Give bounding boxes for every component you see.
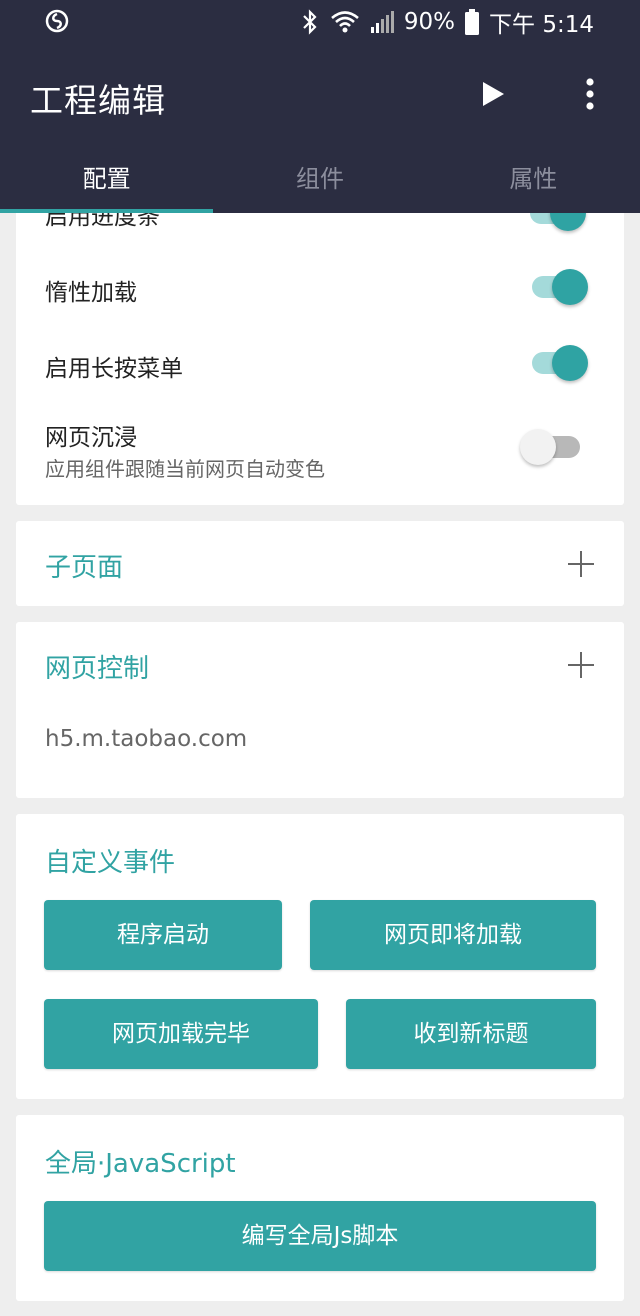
wifi-icon: [331, 11, 359, 33]
custom-events-card: 自定义事件 程序启动 网页即将加载 网页加载完毕 收到新标题: [16, 814, 624, 1099]
setting-label: 启用长按菜单: [45, 356, 183, 382]
app-notification-icon: [45, 9, 69, 33]
content-scroll[interactable]: 启用进度条 惰性加载 启用长按菜单 网页沉浸 应用组件跟随当前网页自动变色 子页…: [0, 213, 640, 1316]
immersive-toggle[interactable]: [520, 425, 580, 465]
setting-description: 应用组件跟随当前网页自动变色: [45, 457, 325, 481]
tab-bar: 配置 组件 属性: [0, 150, 640, 213]
subpage-card: 子页面: [16, 521, 624, 606]
status-bar: 90% 下午 5:14: [0, 0, 640, 44]
custom-events-title: 自定义事件: [45, 848, 176, 878]
tab-properties[interactable]: 属性: [427, 150, 640, 213]
bluetooth-icon: [303, 9, 317, 35]
battery-icon: [465, 9, 480, 35]
global-js-title: 全局·JavaScript: [45, 1149, 236, 1179]
web-control-title: 网页控制: [45, 654, 150, 684]
lazy-load-toggle[interactable]: [530, 265, 590, 305]
long-press-menu-toggle[interactable]: [530, 341, 590, 381]
page-title: 工程编辑: [30, 81, 166, 120]
add-subpage-plus-icon[interactable]: [568, 551, 594, 577]
status-icons: 90% 下午 5:14: [300, 4, 594, 40]
progress-toggle[interactable]: [528, 213, 588, 231]
settings-card: 启用进度条 惰性加载 启用长按菜单 网页沉浸 应用组件跟随当前网页自动变色: [16, 213, 624, 505]
tab-config[interactable]: 配置: [0, 150, 214, 213]
new-title-event-button[interactable]: 收到新标题: [346, 999, 596, 1069]
signal-icon: [370, 11, 394, 33]
more-vert-icon[interactable]: [580, 76, 600, 112]
battery-percent: 90%: [403, 9, 456, 35]
web-control-card: 网页控制 h5.m.taobao.com: [16, 622, 624, 798]
setting-row-lazy-load[interactable]: 惰性加载: [16, 249, 624, 319]
web-control-url[interactable]: h5.m.taobao.com: [45, 726, 247, 752]
setting-row-immersive[interactable]: 网页沉浸 应用组件跟随当前网页自动变色: [16, 403, 624, 499]
setting-row-long-press-menu[interactable]: 启用长按菜单: [16, 325, 624, 395]
setting-label: 惰性加载: [45, 280, 137, 306]
setting-row-progress[interactable]: 启用进度条: [16, 213, 624, 253]
add-web-control-plus-icon[interactable]: [568, 652, 594, 678]
toolbar: 工程编辑: [0, 56, 640, 132]
page-will-load-event-button[interactable]: 网页即将加载: [310, 900, 596, 970]
app-bar: 90% 下午 5:14 工程编辑 配置 组件 属性: [0, 0, 640, 213]
edit-global-js-button[interactable]: 编写全局Js脚本: [44, 1201, 596, 1271]
setting-label: 网页沉浸: [45, 425, 137, 451]
play-icon[interactable]: [480, 80, 506, 108]
status-time: 下午 5:14: [489, 12, 594, 38]
global-js-card: 全局·JavaScript 编写全局Js脚本: [16, 1115, 624, 1301]
app-start-event-button[interactable]: 程序启动: [44, 900, 282, 970]
tab-components[interactable]: 组件: [213, 150, 426, 213]
page-loaded-event-button[interactable]: 网页加载完毕: [44, 999, 318, 1069]
subpage-title: 子页面: [45, 553, 124, 583]
setting-label: 启用进度条: [45, 213, 160, 230]
